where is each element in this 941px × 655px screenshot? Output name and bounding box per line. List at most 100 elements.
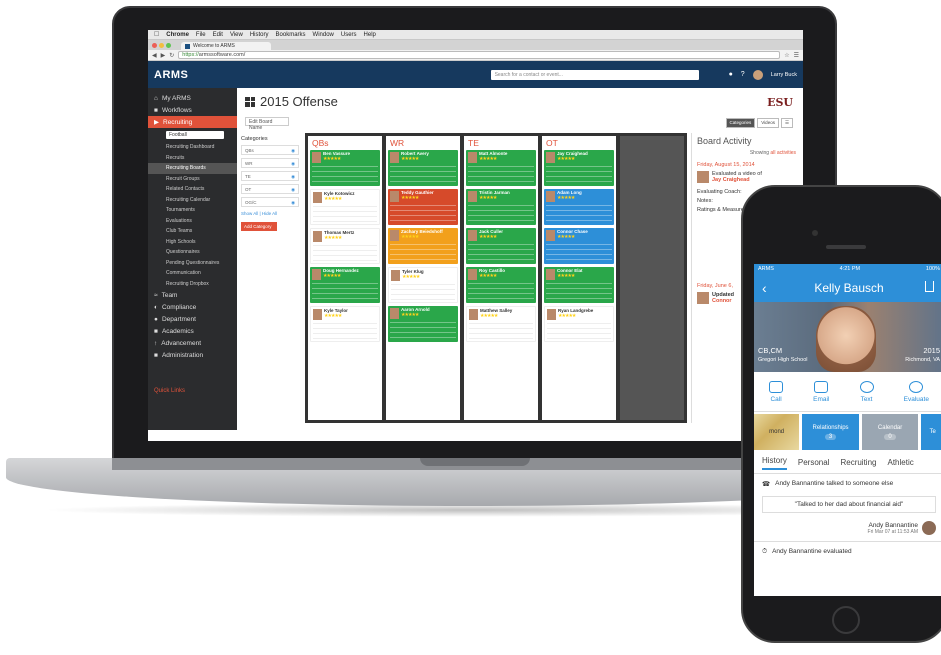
menu-users[interactable]: Users <box>341 32 357 38</box>
menu-help[interactable]: Help <box>364 32 376 38</box>
close-dot[interactable] <box>152 42 157 48</box>
calendar-tile[interactable]: Calendar 0 <box>861 414 919 450</box>
recruit-card[interactable]: Matt Almonte ★★★★★ <box>466 150 536 186</box>
recruit-card[interactable]: Tristin Jarman ★★★★★ <box>466 189 536 225</box>
tab-personal[interactable]: Personal <box>798 458 830 467</box>
sidebar-sub-item[interactable]: Recruiting Dropbox <box>148 279 237 290</box>
recruit-card[interactable]: Kyle Kotowicz ★★★★★ <box>310 189 380 225</box>
list-view-icon[interactable]: ☰ <box>780 118 793 128</box>
star-icon[interactable]: ☆ <box>784 52 789 59</box>
user-name[interactable]: Larry Buck <box>771 72 797 78</box>
tab-athletic[interactable]: Athletic <box>887 458 913 467</box>
recruit-card[interactable]: Kyle Taylor ★★★★★ <box>310 306 380 342</box>
evaluate-button[interactable]: Evaluate <box>904 380 929 403</box>
sidebar-sub-item[interactable]: Evaluations <box>148 216 237 227</box>
recruit-card[interactable]: Thomas Mertz ★★★★★ <box>310 228 380 264</box>
eye-icon[interactable]: ◉ <box>291 174 295 179</box>
recruit-card[interactable]: Doug Hernandez ★★★★★ <box>310 267 380 303</box>
sidebar-sub-item[interactable]: Tournaments <box>148 205 237 216</box>
category-item[interactable]: OT ◉ <box>241 184 299 194</box>
category-item[interactable]: OG/C ◉ <box>241 197 299 207</box>
text-button[interactable]: Text <box>859 380 874 403</box>
eye-icon[interactable]: ◉ <box>291 161 295 166</box>
menu-app[interactable]: Chrome <box>166 32 189 38</box>
sidebar-sub-item[interactable]: Recruits <box>148 153 237 164</box>
menu-file[interactable]: File <box>196 32 206 38</box>
sidebar-item-administration[interactable]: ■ Administration <box>148 349 237 361</box>
zoom-dot[interactable] <box>166 42 171 48</box>
sidebar-sub-item[interactable]: Recruiting Dashboard <box>148 142 237 153</box>
sidebar-item-workflows[interactable]: ■ Workflows <box>148 104 237 116</box>
avatar[interactable] <box>752 69 763 80</box>
tab-recruiting[interactable]: Recruiting <box>840 458 876 467</box>
recruit-card[interactable]: Zachary Beiedshoff ★★★★★ <box>388 228 458 264</box>
notification-icon[interactable]: ● <box>729 71 733 78</box>
sidebar-item-compliance[interactable]: ◐ Compliance <box>148 301 237 313</box>
back-chevron-icon[interactable]: ‹ <box>762 280 767 296</box>
browser-tab[interactable]: Welcome to ARMS <box>181 42 271 50</box>
forward-icon[interactable]: ▶ <box>161 52 166 59</box>
recruit-card[interactable]: Roy Castillo ★★★★★ <box>466 267 536 303</box>
category-item[interactable]: WR ◉ <box>241 158 299 168</box>
sidebar-sub-item[interactable]: Recruiting Calendar <box>148 195 237 206</box>
sidebar-item-recruiting[interactable]: ▶ Recruiting <box>148 116 237 128</box>
activity-filter[interactable]: Showing all activities <box>697 150 796 156</box>
menu-window[interactable]: Window <box>313 32 334 38</box>
sport-select[interactable]: Football <box>166 131 224 139</box>
recruit-card[interactable]: Adam Long ★★★★★ <box>544 189 614 225</box>
te-tile[interactable]: Te <box>921 414 941 450</box>
eye-icon[interactable]: ◉ <box>291 187 295 192</box>
menu-view[interactable]: View <box>230 32 243 38</box>
sidebar-sub-item[interactable]: High Schools <box>148 237 237 248</box>
phone-home-button[interactable] <box>832 606 860 634</box>
menu-history[interactable]: History <box>250 32 269 38</box>
activity-link[interactable]: Connor <box>712 298 734 304</box>
map-tile[interactable]: mond <box>754 414 800 450</box>
apple-icon[interactable]:  <box>154 31 159 38</box>
recruit-card[interactable]: Aaron Arnold ★★★★★ <box>388 306 458 342</box>
relationships-tile[interactable]: Relationships 3 <box>802 414 859 450</box>
sidebar-sub-item[interactable]: Pending Questionnaires <box>148 258 237 269</box>
add-category-button[interactable]: Add Category <box>241 222 277 231</box>
reload-icon[interactable]: ↻ <box>169 52 174 59</box>
recruit-card[interactable]: Matthew Salley ★★★★★ <box>466 306 536 342</box>
feed-item[interactable]: ⏱ Andy Bannantine evaluated <box>762 548 936 556</box>
sidebar-sub-item[interactable]: Questionnaires <box>148 247 237 258</box>
recruit-card[interactable]: Jay Craighead ★★★★★ <box>544 150 614 186</box>
call-button[interactable]: Call <box>769 380 784 403</box>
videos-view-button[interactable]: Videos <box>757 118 779 128</box>
back-icon[interactable]: ◀ <box>152 52 157 59</box>
categories-view-button[interactable]: Categories <box>725 118 756 128</box>
recruit-card[interactable]: Ryan Landgrebe ★★★★★ <box>544 306 614 342</box>
sidebar-item-my-arms[interactable]: ⌂ My ARMS <box>148 92 237 104</box>
edit-board-name-button[interactable]: Edit Board Name <box>245 117 289 131</box>
arms-logo[interactable]: ARMS <box>154 69 234 81</box>
feed-item[interactable]: ☎ Andy Bannantine talked to someone else <box>762 480 936 488</box>
activity-link[interactable]: Jay Craighead <box>712 177 762 183</box>
sidebar-item-advancement[interactable]: ↑ Advancement <box>148 337 237 349</box>
share-icon[interactable] <box>925 281 934 292</box>
search-input[interactable]: Search for a contact or event... <box>490 69 699 80</box>
help-icon[interactable]: ? <box>741 71 745 78</box>
tab-history[interactable]: History <box>762 456 787 470</box>
menu-icon[interactable]: ☰ <box>794 52 799 59</box>
recruit-card[interactable]: Tyler Klug ★★★★★ <box>388 267 458 303</box>
sidebar-sub-item[interactable]: Recruiting Boards <box>148 163 237 174</box>
sidebar-item-team[interactable]: ≈ Team <box>148 289 237 301</box>
show-hide-all-links[interactable]: Show All | Hide All <box>241 211 299 216</box>
sidebar-item-department[interactable]: ● Department <box>148 313 237 325</box>
sidebar-item-academics[interactable]: ■ Academics <box>148 325 237 337</box>
menu-edit[interactable]: Edit <box>213 32 223 38</box>
url-field[interactable]: https://armssoftware.com/ <box>178 51 781 59</box>
recruit-card[interactable]: Jack Culler ★★★★★ <box>466 228 536 264</box>
sidebar-sub-item[interactable]: Club Teams <box>148 226 237 237</box>
activity-entry[interactable]: Evaluated a video of Jay Craighead <box>697 171 796 183</box>
menu-bookmarks[interactable]: Bookmarks <box>276 32 306 38</box>
email-button[interactable]: Email <box>813 380 829 403</box>
sidebar-sub-item[interactable]: Related Contacts <box>148 184 237 195</box>
sidebar-sub-item[interactable]: Communication <box>148 268 237 279</box>
quick-links[interactable]: Quick Links <box>154 388 185 394</box>
recruit-card[interactable]: Robert Avery ★★★★★ <box>388 150 458 186</box>
recruit-card[interactable]: Connor Elat ★★★★★ <box>544 267 614 303</box>
recruit-card[interactable]: Connor Chase ★★★★★ <box>544 228 614 264</box>
